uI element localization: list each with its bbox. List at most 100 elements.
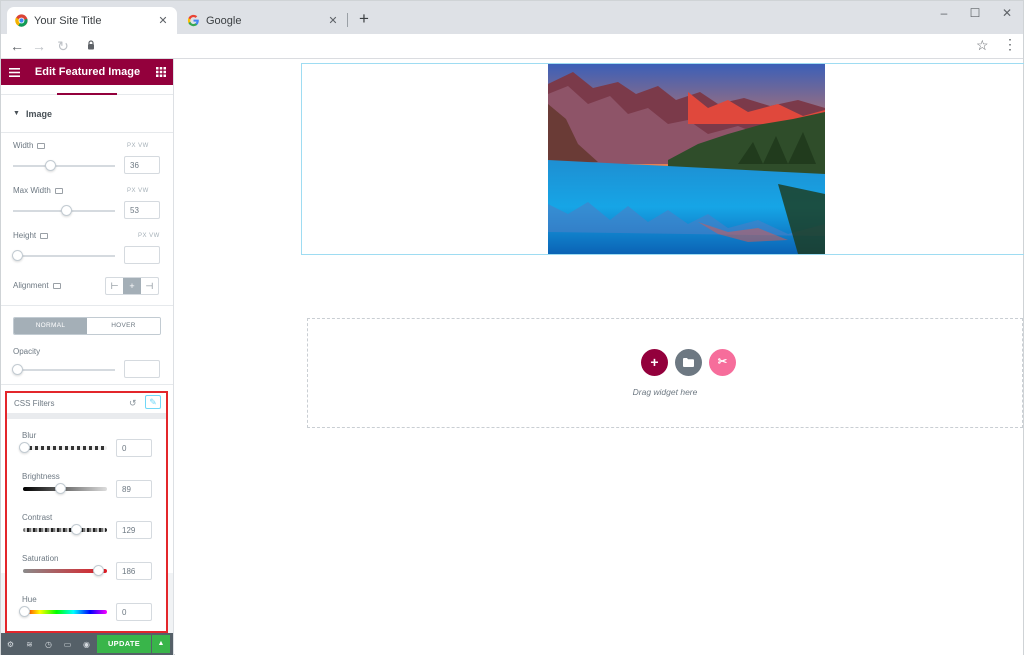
tab-your-site-title[interactable]: Your Site Title ✕ bbox=[7, 7, 177, 34]
hue-label: Hue bbox=[22, 595, 37, 604]
blur-label: Blur bbox=[22, 431, 37, 440]
caret-down-icon: ▼ bbox=[13, 110, 20, 117]
align-right-button[interactable]: ⊣ bbox=[141, 278, 158, 294]
blur-slider-handle[interactable] bbox=[19, 442, 30, 453]
state-tabs: NORMAL HOVER bbox=[13, 317, 161, 335]
contrast-slider-handle[interactable] bbox=[70, 524, 82, 535]
more-vert-icon[interactable]: ⋮ bbox=[1003, 37, 1017, 51]
section-title: Image bbox=[25, 108, 52, 119]
close-icon[interactable]: ✕ bbox=[157, 14, 169, 27]
history-icon[interactable]: ◷ bbox=[39, 640, 58, 649]
max-width-input[interactable]: 53 bbox=[124, 201, 160, 219]
editor-panel: Edit Featured Image ▼ Image Width PX VW … bbox=[1, 59, 174, 655]
edit-pencil-icon[interactable]: ✎ bbox=[145, 395, 161, 409]
opacity-slider-track[interactable] bbox=[13, 369, 115, 371]
close-icon[interactable]: ✕ bbox=[327, 14, 339, 27]
toolbar: ← → ↻ ☆ ⋮ bbox=[1, 34, 1023, 59]
google-g-icon bbox=[187, 14, 199, 27]
tab-google[interactable]: Google ✕ bbox=[179, 7, 347, 34]
section-image-toggle[interactable]: ▼ Image bbox=[1, 95, 173, 133]
template-library-button[interactable] bbox=[675, 349, 702, 376]
hue-input[interactable]: 0 bbox=[116, 603, 152, 621]
divider bbox=[1, 305, 173, 306]
tab-title: Google bbox=[206, 14, 242, 27]
height-slider-handle[interactable] bbox=[12, 250, 23, 261]
panel-footer: ⚙ ≋ ◷ ▭ ◉ UPDATE ▲ bbox=[1, 633, 173, 655]
blur-slider-track[interactable] bbox=[23, 446, 107, 450]
panel-title: Edit Featured Image bbox=[34, 66, 141, 78]
update-options-button[interactable]: ▲ bbox=[152, 635, 170, 653]
height-label: Height bbox=[13, 231, 49, 240]
window-close-button[interactable]: ✕ bbox=[1000, 6, 1014, 20]
divider bbox=[1, 384, 173, 385]
layers-icon[interactable]: ≋ bbox=[20, 640, 39, 649]
responsive-icon[interactable]: ▭ bbox=[58, 640, 77, 649]
alignment-label: Alignment bbox=[13, 281, 61, 290]
brightness-input[interactable]: 89 bbox=[116, 480, 152, 498]
add-section-button[interactable]: + bbox=[641, 349, 668, 376]
desktop-icon[interactable] bbox=[52, 282, 61, 289]
blur-input[interactable]: 0 bbox=[116, 439, 152, 457]
css-filters-title: CSS Filters bbox=[14, 399, 55, 408]
drop-zone-text: Drag widget here bbox=[632, 387, 698, 397]
css-filters-popover: CSS Filters ↺ ✎ Blur 0 Brightness 89 Con… bbox=[5, 391, 168, 633]
eye-icon[interactable]: ◉ bbox=[77, 640, 96, 649]
height-input[interactable] bbox=[124, 246, 160, 264]
unit-switcher[interactable]: PX VW bbox=[138, 233, 160, 239]
hue-slider-handle[interactable] bbox=[19, 606, 30, 617]
update-button[interactable]: UPDATE bbox=[97, 635, 151, 653]
contrast-slider-track[interactable] bbox=[23, 528, 107, 532]
hue-slider-track[interactable] bbox=[23, 610, 107, 614]
height-slider-track[interactable] bbox=[13, 255, 115, 257]
panel-tabs bbox=[1, 85, 173, 95]
folder-icon bbox=[683, 358, 694, 367]
minimize-button[interactable]: – bbox=[937, 6, 951, 20]
gear-icon[interactable]: ⚙ bbox=[1, 640, 20, 649]
back-arrow-icon[interactable]: ← bbox=[9, 38, 25, 54]
panel-header: Edit Featured Image bbox=[1, 59, 173, 85]
tab-divider bbox=[347, 13, 348, 27]
lock-icon bbox=[88, 40, 94, 50]
width-slider-track[interactable] bbox=[13, 165, 115, 167]
contrast-input[interactable]: 129 bbox=[116, 521, 152, 539]
max-width-label: Max Width bbox=[13, 186, 63, 195]
featured-image bbox=[548, 64, 825, 254]
bookmark-star-icon[interactable]: ☆ bbox=[976, 37, 989, 54]
browser-window: Your Site Title ✕ Google ✕ + – ☐ ✕ ← → ↻… bbox=[0, 0, 1024, 655]
image-section[interactable] bbox=[301, 63, 1024, 255]
drop-zone[interactable]: + ✂ Drag widget here bbox=[307, 318, 1023, 428]
tab-strip: Your Site Title ✕ Google ✕ + – ☐ ✕ bbox=[1, 1, 1023, 34]
tab-title: Your Site Title bbox=[34, 14, 102, 27]
align-center-button[interactable]: + bbox=[123, 278, 141, 294]
saturation-input[interactable]: 186 bbox=[116, 562, 152, 580]
reload-icon[interactable]: ↻ bbox=[55, 38, 71, 54]
saturation-label: Saturation bbox=[22, 554, 59, 563]
hamburger-icon[interactable] bbox=[1, 67, 27, 77]
page-preview: + ✂ Drag widget here bbox=[175, 59, 1024, 655]
saturation-slider-handle[interactable] bbox=[93, 565, 105, 576]
desktop-icon[interactable] bbox=[40, 232, 49, 239]
unit-switcher[interactable]: PX VW bbox=[127, 143, 149, 149]
reset-icon[interactable]: ↺ bbox=[129, 398, 137, 409]
brightness-slider-handle[interactable] bbox=[54, 483, 66, 494]
brightness-label: Brightness bbox=[22, 472, 60, 481]
unit-switcher[interactable]: PX VW bbox=[127, 188, 149, 194]
contrast-label: Contrast bbox=[22, 513, 53, 522]
opacity-input[interactable] bbox=[124, 360, 160, 378]
maximize-button[interactable]: ☐ bbox=[968, 6, 982, 20]
widgets-grid-icon[interactable] bbox=[148, 67, 173, 77]
opacity-slider-handle[interactable] bbox=[12, 364, 23, 375]
new-tab-button[interactable]: + bbox=[355, 9, 373, 29]
desktop-icon[interactable] bbox=[54, 187, 63, 194]
tab-hover[interactable]: HOVER bbox=[87, 318, 160, 334]
tab-normal[interactable]: NORMAL bbox=[14, 318, 87, 334]
align-left-button[interactable]: ⊢ bbox=[106, 278, 123, 294]
desktop-icon[interactable] bbox=[37, 142, 46, 149]
forward-arrow-icon[interactable]: → bbox=[31, 38, 47, 54]
width-slider-handle[interactable] bbox=[45, 160, 57, 171]
max-width-slider-handle[interactable] bbox=[60, 205, 72, 216]
popover-arrow-bar bbox=[7, 413, 166, 419]
width-input[interactable]: 36 bbox=[124, 156, 160, 174]
opacity-label: Opacity bbox=[13, 347, 41, 356]
kit-button[interactable]: ✂ bbox=[709, 349, 736, 376]
